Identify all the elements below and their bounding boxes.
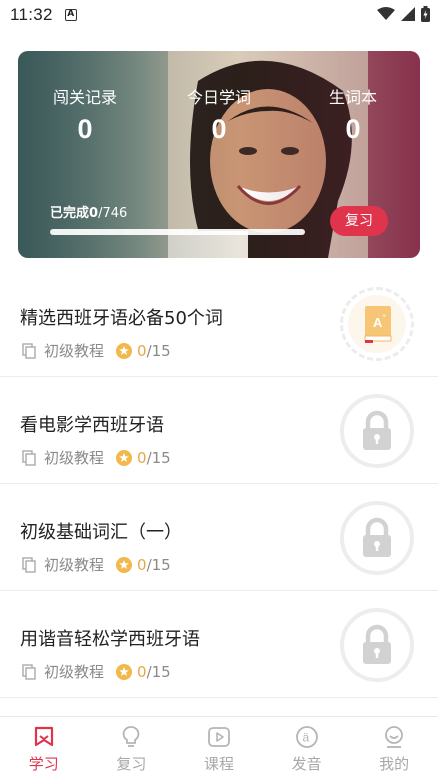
star-icon [116,556,133,573]
course-total-count: /15 [146,448,171,467]
stat-label: 闯关记录 [52,88,117,107]
copy-icon [22,556,36,573]
tab-label: 我的 [379,755,410,773]
copy-icon [22,449,36,466]
tab-study[interactable]: 学习 [0,717,88,779]
course-item[interactable]: 初级基础词汇（一） 初级教程 0/15 [0,484,438,591]
stat-label: 生词本 [328,88,377,107]
progress-text: 已完成0/746 [50,202,127,221]
a-letter-icon: A [64,9,77,21]
battery-icon [421,6,430,22]
star-icon [116,663,133,680]
course-title: 精选西班牙语必备50个词 [20,308,223,329]
course-meta: 初级教程 0/15 [22,447,171,468]
stat-vocabulary-book[interactable]: 生词本 0 [298,84,408,145]
progress-done: 0 [89,206,99,221]
stat-level-record[interactable]: 闯关记录 0 [30,84,140,145]
star-icon [116,342,133,359]
course-lock-badge[interactable] [340,608,414,682]
tab-label: 复习 [116,755,147,773]
status-bar: 11:32 A [0,0,438,30]
course-item[interactable]: 用谐音轻松学西班牙语 初级教程 0/15 [0,591,438,698]
tab-pronunciation[interactable]: ä 发音 [263,717,351,779]
lock-icon [363,624,391,664]
status-time: 11:32 [10,5,53,24]
course-item[interactable]: 看电影学西班牙语 初级教程 0/15 [0,377,438,484]
svg-text:ä: ä [302,731,309,745]
course-total-count: /15 [146,555,171,574]
play-icon [208,727,230,747]
pronunciation-icon: ä [295,726,318,748]
stat-today-words[interactable]: 今日学词 0 [164,84,274,145]
course-total-count: /15 [146,341,171,360]
bookmark-icon [34,726,53,747]
course-total-count: /15 [146,662,171,681]
tab-profile[interactable]: 我的 [350,717,438,779]
stat-value: 0 [77,114,93,144]
course-level: 初级教程 [44,663,105,681]
course-level: 初级教程 [44,449,105,467]
wifi-icon [377,7,395,20]
course-done-count: 0 [137,448,147,467]
tab-courses[interactable]: 课程 [175,717,263,779]
course-done-count: 0 [137,662,147,681]
book-icon: A + [348,295,406,353]
stat-label: 今日学词 [186,88,251,107]
copy-icon [22,342,36,359]
progress-prefix: 已完成 [50,206,90,221]
progress-bar [50,229,305,235]
bottom-tab-bar: 学习 复习 课程 ä 发音 我的 [0,716,438,779]
course-lock-badge[interactable] [340,394,414,468]
course-title: 初级基础词汇（一） [20,522,182,543]
lock-icon [363,410,391,450]
course-item[interactable]: 精选西班牙语必备50个词 初级教程 0/15 A + [0,270,438,377]
course-title: 用谐音轻松学西班牙语 [20,629,200,650]
study-summary-card: 闯关记录 0 今日学词 0 生词本 0 已完成0/746 复习 [18,51,420,258]
course-level: 初级教程 [44,342,105,360]
course-meta: 初级教程 0/15 [22,661,171,682]
review-button[interactable]: 复习 [330,206,388,236]
svg-text:+: + [382,313,386,320]
tab-label: 学习 [28,755,59,773]
stat-value: 0 [211,114,227,144]
stat-value: 0 [345,114,361,144]
course-book-badge[interactable]: A + [340,287,414,361]
course-title: 看电影学西班牙语 [20,415,164,436]
signal-icon [401,7,415,21]
tab-review[interactable]: 复习 [88,717,176,779]
progress-total: /746 [98,206,128,221]
course-meta: 初级教程 0/15 [22,340,171,361]
course-meta: 初级教程 0/15 [22,554,171,575]
tab-label: 发音 [291,755,322,773]
course-done-count: 0 [137,341,147,360]
status-icons [377,6,430,22]
course-done-count: 0 [137,555,147,574]
lock-icon [363,517,391,557]
tab-label: 课程 [203,755,234,773]
profile-icon [385,726,404,748]
copy-icon [22,663,36,680]
course-level: 初级教程 [44,556,105,574]
lightbulb-icon [123,726,140,747]
course-lock-badge[interactable] [340,501,414,575]
star-icon [116,449,133,466]
